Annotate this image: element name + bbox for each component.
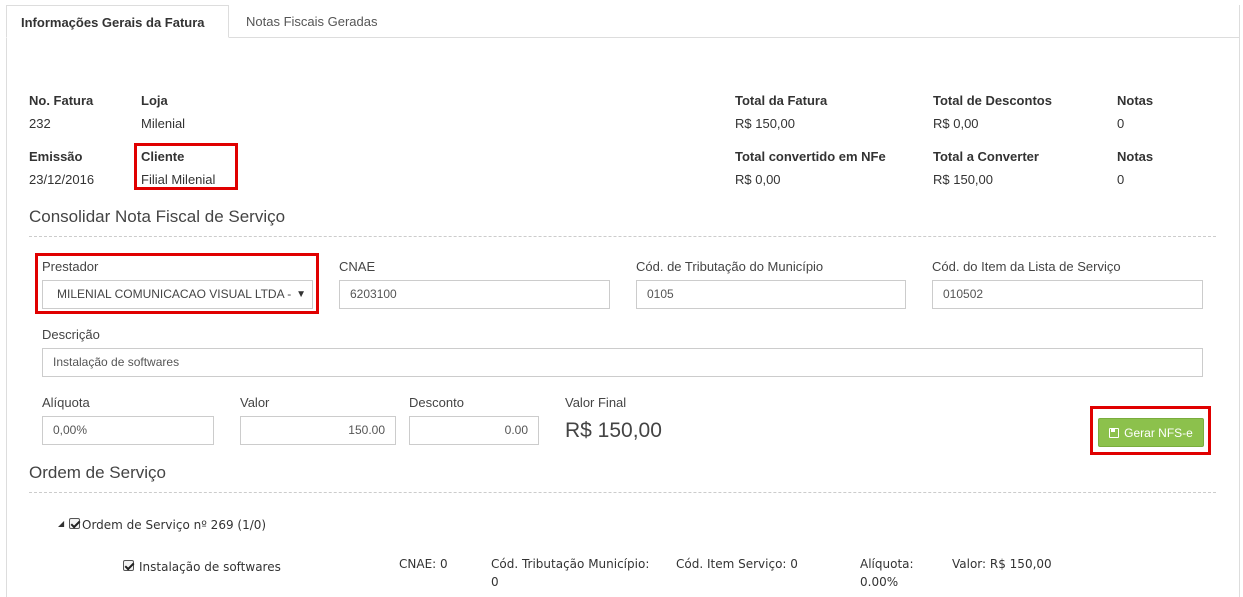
tab-bar: Informações Gerais da Fatura Notas Fisca… xyxy=(6,5,1240,38)
gerar-nfse-highlight xyxy=(1090,406,1211,455)
descricao-input[interactable]: Instalação de softwares xyxy=(42,348,1203,377)
item-cod-item: Cód. Item Serviço: 0 xyxy=(676,557,798,571)
item-label: Instalação de softwares xyxy=(139,560,281,574)
ordem-checkbox[interactable] xyxy=(69,518,80,529)
item-cnae: CNAE: 0 xyxy=(399,557,448,571)
valor-final-label: Valor Final xyxy=(565,395,627,410)
item-aliquota: Alíquota: 0.00% xyxy=(860,557,914,589)
valor-final-value: R$ 150,00 xyxy=(565,419,662,442)
total-convertido-label: Total convertido em NFe xyxy=(735,149,886,164)
aliquota-label: Alíquota xyxy=(42,395,90,410)
tab-general-info[interactable]: Informações Gerais da Fatura xyxy=(6,5,229,38)
cnae-input[interactable]: 6203100 xyxy=(339,280,610,309)
notas-value-2: 0 xyxy=(1117,172,1125,187)
cod-item-input[interactable]: 010502 xyxy=(932,280,1203,309)
loja-value: Milenial xyxy=(141,116,186,131)
cnae-label: CNAE xyxy=(339,259,376,274)
cod-tributacao-label: Cód. de Tributação do Município xyxy=(636,259,824,274)
ordem-section-title: Ordem de Serviço xyxy=(29,463,166,482)
total-fatura-label: Total da Fatura xyxy=(735,93,828,108)
valor-label: Valor xyxy=(240,395,270,410)
descricao-label: Descrição xyxy=(42,327,100,342)
desconto-label: Desconto xyxy=(409,395,464,410)
item-valor: Valor: R$ 150,00 xyxy=(952,557,1052,571)
emissao-value: 23/12/2016 xyxy=(29,172,95,187)
no-fatura-label: No. Fatura xyxy=(29,93,94,108)
ordem-node-label[interactable]: Ordem de Serviço nº 269 (1/0) xyxy=(82,518,266,532)
total-converter-value: R$ 150,00 xyxy=(933,172,993,187)
loja-label: Loja xyxy=(141,93,168,108)
ordem-divider xyxy=(29,492,1216,493)
consolidar-section-title: Consolidar Nota Fiscal de Serviço xyxy=(29,207,286,226)
item-checkbox[interactable] xyxy=(123,560,134,571)
item-cod-tributacao: Cód. Tributação Município: 0 xyxy=(491,557,650,589)
tree-expand-icon[interactable]: ◢ xyxy=(58,519,64,528)
tab-generated-invoices[interactable]: Notas Fiscais Geradas xyxy=(232,5,392,38)
valor-input[interactable]: 150.00 xyxy=(240,416,396,445)
cliente-highlight xyxy=(134,143,238,190)
notas-value-1: 0 xyxy=(1117,116,1125,131)
cod-item-label: Cód. do Item da Lista de Serviço xyxy=(932,259,1121,274)
prestador-highlight xyxy=(35,253,319,314)
notas-label-1: Notas xyxy=(1117,93,1154,108)
total-descontos-label: Total de Descontos xyxy=(933,93,1052,108)
total-convertido-value: R$ 0,00 xyxy=(735,172,781,187)
total-descontos-value: R$ 0,00 xyxy=(933,116,979,131)
no-fatura-value: 232 xyxy=(29,116,51,131)
notas-label-2: Notas xyxy=(1117,149,1154,164)
total-fatura-value: R$ 150,00 xyxy=(735,116,795,131)
total-converter-label: Total a Converter xyxy=(933,149,1039,164)
emissao-label: Emissão xyxy=(29,149,83,164)
desconto-input[interactable]: 0.00 xyxy=(409,416,539,445)
section-divider xyxy=(29,236,1216,237)
aliquota-input[interactable]: 0,00% xyxy=(42,416,214,445)
cod-tributacao-input[interactable]: 0105 xyxy=(636,280,906,309)
